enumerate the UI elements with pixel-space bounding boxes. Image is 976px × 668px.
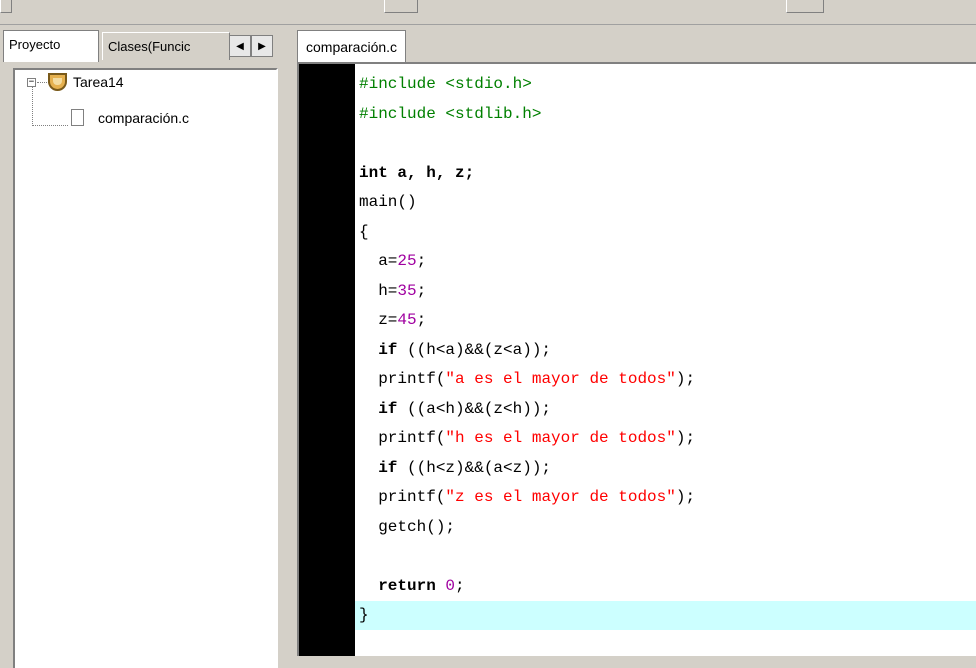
code-token: h= [359, 281, 398, 300]
code-token: printf( [359, 429, 446, 447]
code-token: printf( [359, 370, 446, 388]
code-area[interactable]: #include <stdio.h> #include <stdlib.h> int… [355, 64, 976, 656]
code-token: if [378, 340, 398, 359]
tab-scroll-left-button[interactable]: ◀ [229, 35, 251, 57]
code-line[interactable]: #include <stdio.h> [355, 70, 976, 99]
tab-editor-file[interactable]: comparación.c [297, 30, 407, 62]
toolbar-strip [0, 0, 976, 25]
project-tree: − Tarea14 comparación.c [13, 68, 278, 668]
code-token: "a es el mayor de todos" [445, 370, 676, 388]
code-token: ); [675, 488, 696, 506]
project-icon [48, 73, 67, 91]
code-token: 25 [397, 252, 417, 270]
code-token: main() [359, 193, 417, 211]
code-token: ((h<a)&&(z<a)); [397, 340, 552, 359]
code-editor[interactable]: #include <stdio.h> #include <stdlib.h> int… [297, 62, 976, 656]
code-line[interactable]: main() [355, 188, 976, 217]
code-line[interactable] [355, 129, 976, 158]
tree-item-label: comparación.c [98, 109, 190, 126]
code-line[interactable]: printf("h es el mayor de todos"); [355, 424, 976, 453]
tree-item-label: Tarea14 [73, 74, 124, 90]
code-token: 45 [397, 311, 417, 329]
code-token: ((h<z)&&(a<z)); [397, 458, 552, 477]
collapse-icon[interactable]: − [27, 77, 36, 87]
file-icon [71, 109, 84, 126]
code-token: return [378, 576, 436, 595]
code-line[interactable]: z=45; [355, 306, 976, 335]
code-line[interactable]: if ((h<z)&&(a<z)); [355, 454, 976, 483]
code-line[interactable]: } [355, 601, 976, 630]
code-line[interactable]: printf("a es el mayor de todos"); [355, 365, 976, 394]
code-line[interactable] [355, 542, 976, 571]
code-line[interactable]: if ((a<h)&&(z<h)); [355, 395, 976, 424]
code-token: ); [675, 370, 696, 388]
editor-gutter [299, 64, 355, 656]
code-line[interactable]: return 0; [355, 572, 976, 601]
tab-scroll-right-button[interactable]: ▶ [251, 35, 273, 57]
code-token: if [378, 458, 398, 477]
tree-item-project[interactable]: − Tarea14 [27, 73, 124, 91]
scrollbar-thumb[interactable] [384, 0, 418, 13]
tab-clases[interactable]: Clases(Funcic [102, 32, 230, 60]
code-line[interactable]: h=35; [355, 277, 976, 306]
code-token: a= [359, 252, 398, 270]
code-line[interactable]: { [355, 218, 976, 247]
tab-proyecto[interactable]: Proyecto [3, 30, 99, 62]
scrollbar-thumb[interactable] [786, 0, 824, 13]
panel-splitter[interactable] [281, 30, 289, 656]
code-token: ; [416, 252, 427, 270]
code-token: ; [416, 311, 427, 329]
code-token: if [378, 399, 398, 418]
code-token: #include <stdio.h> [359, 75, 532, 93]
code-token: ; [416, 281, 427, 300]
code-token: ((a<h)&&(z<h)); [397, 399, 552, 418]
code-line[interactable]: a=25; [355, 247, 976, 276]
code-line[interactable]: printf("z es el mayor de todos"); [355, 483, 976, 512]
code-line[interactable]: #include <stdlib.h> [355, 100, 976, 129]
code-token: { [359, 222, 369, 241]
tree-connector [32, 125, 68, 126]
code-token: getch(); [359, 517, 456, 536]
code-line[interactable]: getch(); [355, 513, 976, 542]
code-token: 0 [445, 576, 456, 595]
scrollbar-thumb[interactable] [0, 0, 12, 13]
code-line[interactable]: int a, h, z; [355, 159, 976, 188]
project-panel: Proyecto Clases(Funcic ◀ ▶ − Tarea14 com… [0, 30, 281, 668]
code-line[interactable]: if ((h<a)&&(z<a)); [355, 336, 976, 365]
code-token: "h es el mayor de todos" [445, 429, 676, 447]
code-token: "z es el mayor de todos" [445, 488, 676, 506]
code-token: #include <stdlib.h> [359, 104, 542, 123]
tree-item-file[interactable]: comparación.c [71, 109, 189, 126]
code-token: int a, h, z; [359, 163, 475, 182]
code-token: } [359, 606, 369, 624]
tab-scroll-arrows: ◀ ▶ [229, 35, 273, 57]
code-token: z= [359, 311, 398, 329]
code-token: ); [675, 429, 696, 447]
code-token: printf( [359, 488, 446, 506]
code-token: 35 [397, 281, 417, 300]
code-token: ; [455, 576, 465, 595]
